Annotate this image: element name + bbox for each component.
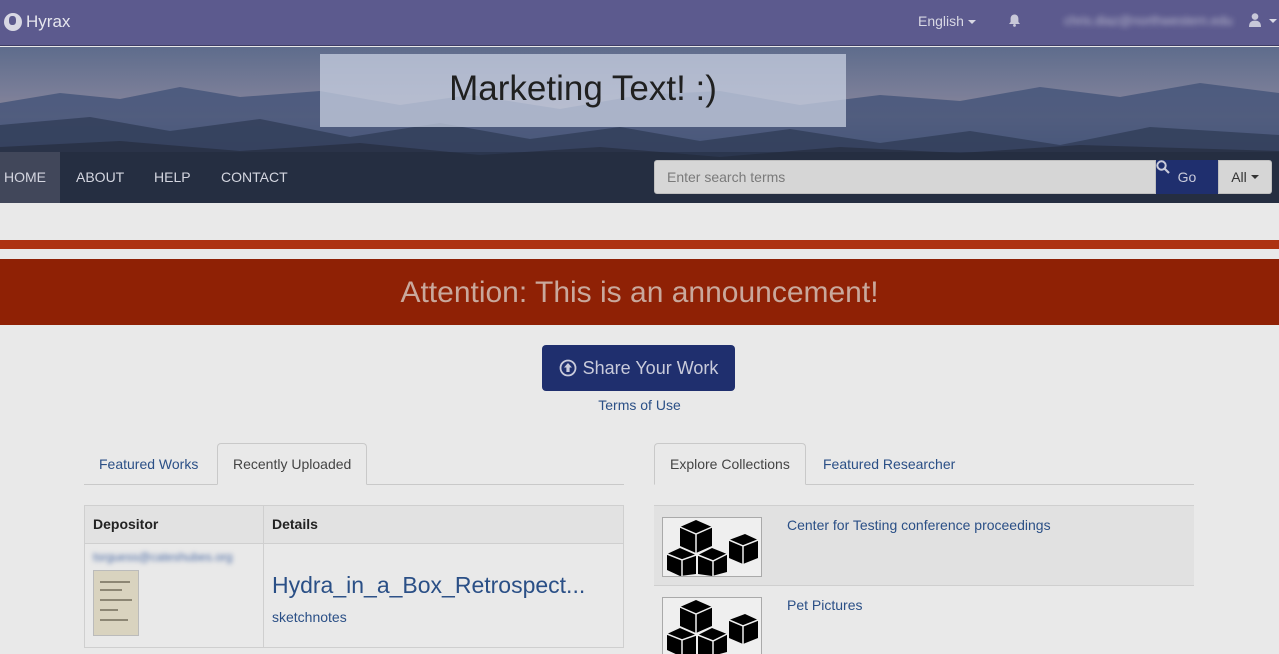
collection-title-link[interactable]: Pet Pictures [787, 597, 862, 613]
marketing-box: Marketing Text! :) [320, 54, 846, 127]
marketing-text: Marketing Text! :) [449, 69, 717, 108]
tab-recently-uploaded[interactable]: Recently Uploaded [217, 443, 368, 485]
language-label: English [918, 13, 964, 29]
table-row: tsrguess@cateshubes.org Hydra_in_a_Box_R… [84, 543, 624, 648]
nav-item-label: CONTACT [221, 169, 288, 185]
nav-item-label: HOME [4, 169, 46, 185]
announcement-stripe [0, 240, 1279, 249]
cubes-icon [666, 600, 759, 654]
bell-icon[interactable] [1008, 14, 1021, 27]
nav-item-home[interactable]: HOME [0, 152, 60, 203]
nav-item-about[interactable]: ABOUT [76, 152, 124, 203]
main-nav: HOME ABOUT HELP CONTACT Go All [0, 152, 1279, 203]
globe-icon [4, 13, 22, 31]
user-menu-chevron-icon[interactable] [1269, 19, 1277, 23]
top-navbar: Hyrax English chris.diaz@northwestern.ed… [0, 0, 1279, 46]
share-your-work-button[interactable]: Share Your Work [542, 345, 735, 391]
terms-of-use-link[interactable]: Terms of Use [0, 397, 1279, 413]
collection-thumbnail[interactable] [662, 597, 762, 654]
work-thumbnail[interactable] [93, 570, 139, 636]
tab-featured-researcher[interactable]: Featured Researcher [823, 443, 955, 485]
tab-explore-collections[interactable]: Explore Collections [654, 443, 806, 485]
search-scope-dropdown[interactable]: All [1218, 160, 1272, 194]
column-header-details: Details [263, 505, 624, 544]
depositor-link[interactable]: tsrguess@cateshubes.org [93, 550, 255, 564]
search-input[interactable] [654, 160, 1156, 194]
cubes-icon [666, 520, 759, 576]
announcement-text: Attention: This is an announcement! [400, 276, 879, 309]
brand-link[interactable]: Hyrax [4, 12, 70, 32]
recent-uploads-table: Depositor Details tsrguess@cateshubes.or… [84, 505, 624, 648]
scope-label: All [1231, 169, 1247, 185]
collection-item: Center for Testing conference proceeding… [654, 505, 1194, 585]
collection-thumbnail[interactable] [662, 517, 762, 577]
go-label: Go [1177, 169, 1197, 185]
search-go-button[interactable]: Go [1156, 160, 1218, 194]
chevron-down-icon [1250, 175, 1259, 179]
work-title-link[interactable]: Hydra_in_a_Box_Retrospect... [272, 572, 615, 599]
depositor-cell: tsrguess@cateshubes.org [84, 543, 264, 648]
user-email[interactable]: chris.diaz@northwestern.edu [1064, 13, 1233, 28]
announcement-banner: Attention: This is an announcement! [0, 259, 1279, 325]
chevron-down-icon [967, 20, 976, 25]
nav-item-label: ABOUT [76, 169, 125, 185]
nav-item-help[interactable]: HELP [154, 152, 191, 203]
nav-item-label: HELP [154, 169, 191, 185]
brand-name: Hyrax [26, 12, 71, 31]
hero-banner: Marketing Text! :) HOME ABOUT HELP CONTA… [0, 47, 1279, 203]
nav-item-contact[interactable]: CONTACT [221, 152, 288, 203]
details-cell: Hydra_in_a_Box_Retrospect... sketchnotes [263, 543, 624, 648]
tab-featured-works[interactable]: Featured Works [99, 443, 198, 485]
collection-title-link[interactable]: Center for Testing conference proceeding… [787, 517, 1051, 533]
column-header-depositor: Depositor [84, 505, 264, 544]
table-header-row: Depositor Details [84, 505, 624, 544]
collection-item: Pet Pictures [654, 585, 1194, 654]
search-icon [1156, 160, 1170, 174]
upload-circle-icon [559, 359, 577, 377]
user-icon[interactable] [1249, 13, 1261, 27]
share-label: Share Your Work [582, 357, 719, 378]
language-dropdown[interactable]: English [918, 13, 976, 29]
keyword-link[interactable]: sketchnotes [272, 609, 615, 625]
